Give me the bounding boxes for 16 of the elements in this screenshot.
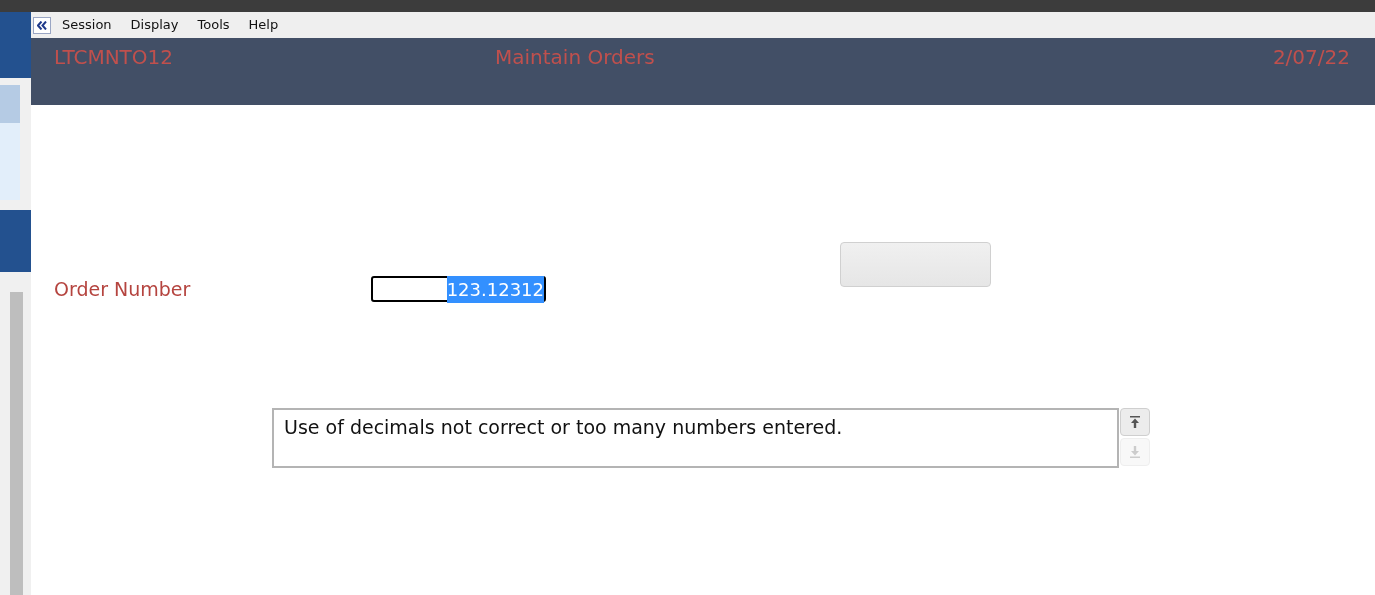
date: 2/07/22 <box>1272 44 1351 71</box>
program-id: LTCMNTO12 <box>54 44 175 71</box>
scroll-top-button[interactable] <box>1120 407 1150 436</box>
double-chevron-left-icon <box>37 20 47 30</box>
arrow-up-to-line-icon <box>1130 415 1140 428</box>
collapse-button[interactable] <box>33 16 51 34</box>
menu-item[interactable]: Tools <box>197 15 230 35</box>
field-label: Order Number <box>54 277 192 302</box>
screen-title: Maintain Orders <box>495 44 655 71</box>
message-box: Use of decimals not correct or too many numbers entered. <box>272 407 1119 468</box>
menu-item[interactable]: Help <box>248 15 279 35</box>
arrow-down-to-line-icon <box>1130 445 1140 458</box>
menu-item[interactable]: Display <box>130 15 179 35</box>
side-panel <box>0 12 31 78</box>
menu-item[interactable]: Session <box>62 15 112 35</box>
side-panel <box>0 210 31 272</box>
